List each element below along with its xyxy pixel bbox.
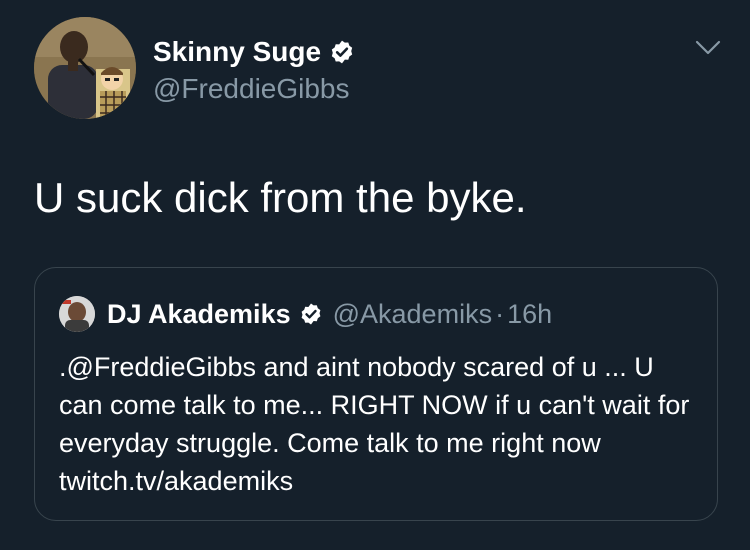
author-handle[interactable]: @FreddieGibbs [153, 72, 350, 106]
quoted-avatar-image [59, 296, 95, 332]
verified-badge-icon [331, 40, 353, 64]
quoted-author-handle[interactable]: @Akademiks [333, 299, 492, 330]
chevron-down-icon[interactable] [694, 38, 722, 58]
tweet-text: U suck dick from the byke. [34, 174, 527, 221]
quoted-author-display-name[interactable]: DJ Akademiks [107, 299, 291, 330]
author-name-row: Skinny Suge [153, 35, 355, 69]
quoted-author-avatar[interactable] [59, 296, 95, 332]
meta-separator: · [495, 298, 505, 329]
quoted-tweet-header: DJ Akademiks @Akademiks · 16h [59, 296, 552, 332]
avatar-image [34, 17, 136, 119]
author-display-name[interactable]: Skinny Suge [153, 35, 321, 69]
quoted-tweet-card[interactable]: DJ Akademiks @Akademiks · 16h .@FreddieG… [34, 267, 718, 521]
verified-badge-icon [301, 303, 321, 325]
author-avatar[interactable] [34, 17, 136, 119]
quoted-tweet-timestamp[interactable]: 16h [507, 299, 552, 330]
quoted-tweet-text: .@FreddieGibbs and aint nobody scared of… [59, 352, 690, 496]
